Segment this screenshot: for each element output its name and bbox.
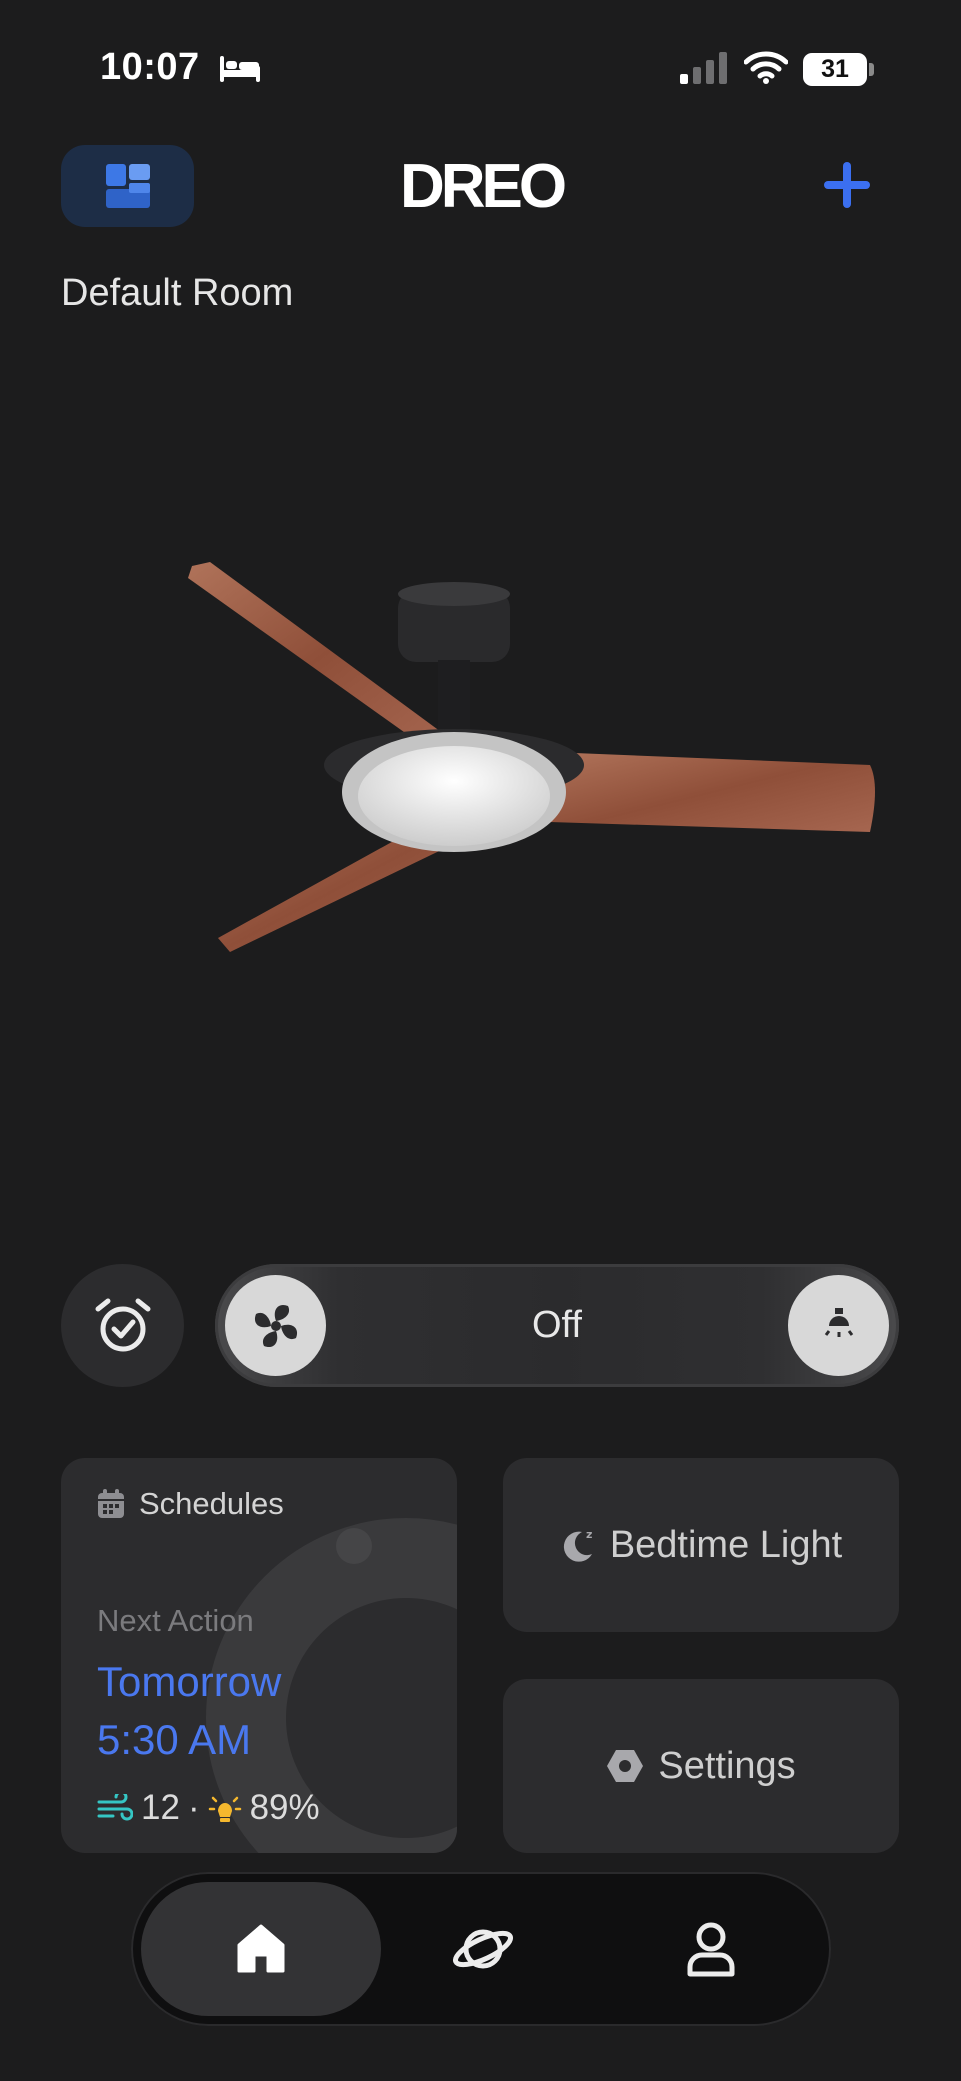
cellular-signal-icon [680,52,727,84]
battery-cap [869,63,874,76]
light-power-knob[interactable] [788,1275,889,1376]
bottom-tab-bar [131,1872,831,2026]
bedtime-light-content: z Bedtime Light [503,1458,899,1632]
schedules-header: Schedules [97,1486,284,1522]
next-action-time: 5:30 AM [97,1716,252,1763]
user-icon [687,1922,735,1977]
battery-indicator: 31 [803,53,867,86]
planet-icon [452,1929,514,1969]
settings-card[interactable]: Settings [503,1679,899,1853]
next-action-details: 12 · 89% [97,1788,320,1828]
fan-icon [254,1304,297,1347]
room-title: Default Room [61,272,294,314]
hexagon-settings-icon [607,1750,644,1782]
moon-sleep-icon: z [563,1528,592,1562]
alarm-clock-icon [95,1298,150,1351]
tab-home[interactable] [141,1882,381,2016]
brightness-value: 89% [249,1788,320,1827]
fan-speed-value: 12 [141,1788,180,1827]
bulb-icon [824,1307,853,1337]
sleep-focus-icon [220,56,260,82]
wind-icon [97,1794,133,1821]
brand-logo: DREO [400,152,567,221]
decorative-dot [336,1528,372,1564]
bedtime-light-label: Bedtime Light [609,1523,843,1566]
settings-content: Settings [503,1679,899,1853]
ceiling-fan-image [188,562,875,952]
home-icon [237,1924,285,1973]
status-time: 10:07 [100,46,200,88]
next-action-label: Next Action [97,1603,254,1638]
wifi-icon [744,51,788,84]
power-toggle-slider[interactable]: Off [215,1264,899,1387]
fan-power-knob[interactable] [225,1275,326,1376]
add-device-button[interactable] [820,158,874,212]
tab-explore[interactable] [363,1882,603,2016]
bedtime-light-card[interactable]: z Bedtime Light [503,1458,899,1632]
brightness-icon [208,1796,241,1822]
app-screen: 10:07 31 DREO Default Room Off Schedules… [0,0,961,2081]
schedules-title: Schedules [139,1486,284,1521]
calendar-icon [98,1489,124,1518]
detail-separator: · [187,1788,200,1827]
schedules-card[interactable]: Schedules Next Action Tomorrow 5:30 AM 1… [61,1458,457,1853]
settings-label: Settings [658,1744,796,1787]
next-action-day: Tomorrow [97,1658,282,1705]
rooms-button[interactable] [61,145,194,227]
tab-profile[interactable] [591,1882,831,2016]
rooms-grid-icon [105,164,150,208]
svg-text:z: z [586,1528,592,1541]
schedule-timer-button[interactable] [61,1264,184,1387]
